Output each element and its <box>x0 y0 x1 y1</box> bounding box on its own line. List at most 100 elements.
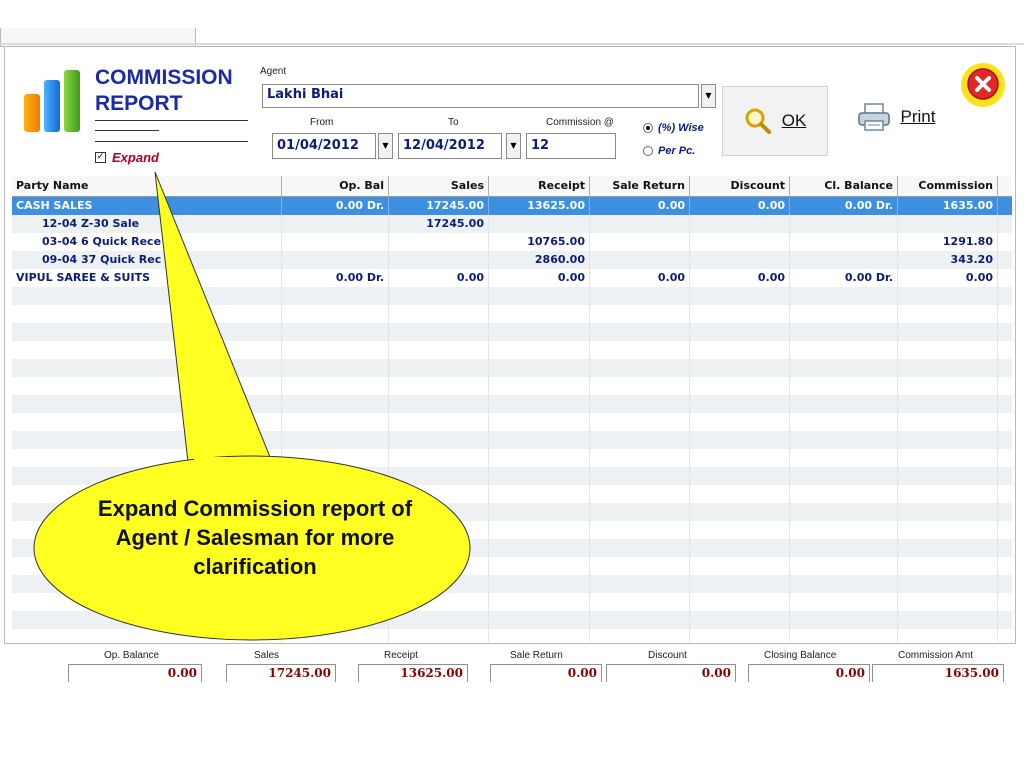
table-row[interactable] <box>12 287 1012 305</box>
table-row[interactable] <box>12 359 1012 377</box>
table-row[interactable] <box>12 323 1012 341</box>
ok-button[interactable]: OK <box>722 86 828 156</box>
table-cell <box>790 413 898 431</box>
table-cell <box>898 629 998 642</box>
table-cell <box>389 395 489 413</box>
table-cell <box>898 359 998 377</box>
table-cell <box>690 215 790 233</box>
table-cell <box>790 287 898 305</box>
table-cell <box>12 593 282 611</box>
table-cell <box>898 377 998 395</box>
table-cell <box>489 341 590 359</box>
table-cell <box>898 557 998 575</box>
table-row[interactable] <box>12 377 1012 395</box>
col-cl-balance[interactable]: Cl. Balance <box>790 176 898 196</box>
table-cell <box>898 413 998 431</box>
commission-label: Commission @ <box>546 117 614 128</box>
table-cell <box>282 359 389 377</box>
table-cell <box>489 215 590 233</box>
col-commission[interactable]: Commission <box>898 176 998 196</box>
table-cell <box>590 215 690 233</box>
col-discount[interactable]: Discount <box>690 176 790 196</box>
table-cell <box>898 431 998 449</box>
radio-percent-wise[interactable]: (%) Wise <box>643 122 704 134</box>
bar-chart-logo <box>24 70 80 132</box>
callout-text: Expand Commission report of Agent / Sale… <box>97 496 413 579</box>
dropdown-arrow-icon[interactable]: ▼ <box>378 133 393 159</box>
commission-rate-field[interactable]: 12 <box>526 133 616 159</box>
table-cell <box>489 449 590 467</box>
col-sales[interactable]: Sales <box>389 176 489 196</box>
dropdown-arrow-icon[interactable]: ▼ <box>701 84 716 108</box>
table-cell <box>489 521 590 539</box>
col-party-name[interactable]: Party Name <box>12 176 282 196</box>
table-cell <box>690 395 790 413</box>
table-row[interactable]: 03-04 6 Quick Rece 10765.00 1291.80 <box>12 233 1012 251</box>
table-cell <box>12 395 282 413</box>
table-cell <box>898 521 998 539</box>
table-cell <box>590 629 690 642</box>
table-row[interactable] <box>12 629 1012 642</box>
to-label: To <box>448 117 459 128</box>
table-cell <box>690 629 790 642</box>
col-sale-return[interactable]: Sale Return <box>590 176 690 196</box>
table-cell: 17245.00 <box>389 215 489 233</box>
footer-closing-balance-value: 0.00 <box>748 664 870 684</box>
table-cell <box>389 449 489 467</box>
table-row[interactable] <box>12 395 1012 413</box>
title-underline-bottom <box>95 141 248 142</box>
table-cell <box>690 557 790 575</box>
close-icon[interactable] <box>958 62 1008 108</box>
expand-checkbox[interactable]: ✓ Expand <box>95 150 159 165</box>
table-row[interactable] <box>12 431 1012 449</box>
table-cell <box>590 539 690 557</box>
grid-header: Party Name Op. Bal Sales Receipt Sale Re… <box>12 176 1012 197</box>
table-cell <box>282 611 389 629</box>
table-row[interactable] <box>12 467 1012 485</box>
table-cell <box>690 449 790 467</box>
table-row[interactable] <box>12 413 1012 431</box>
table-cell <box>790 395 898 413</box>
table-cell <box>590 593 690 611</box>
table-cell <box>489 323 590 341</box>
table-cell <box>489 611 590 629</box>
checkbox-icon[interactable]: ✓ <box>95 152 106 163</box>
col-op-bal[interactable]: Op. Bal <box>282 176 389 196</box>
table-cell <box>282 305 389 323</box>
table-cell <box>282 593 389 611</box>
from-date-field[interactable]: 01/04/2012 <box>272 133 376 159</box>
footer-sale-return-value: 0.00 <box>490 664 602 684</box>
col-receipt[interactable]: Receipt <box>489 176 590 196</box>
table-row[interactable]: CASH SALES 0.00 Dr. 17245.00 13625.00 0.00 0.… <box>12 197 1012 215</box>
table-cell <box>389 377 489 395</box>
radio-icon[interactable] <box>643 146 653 156</box>
table-cell <box>389 593 489 611</box>
table-cell <box>590 377 690 395</box>
magnifier-icon <box>745 108 771 134</box>
table-row[interactable]: 12-04 Z-30 Sale 17245.00 <box>12 215 1012 233</box>
table-row[interactable]: VIPUL SAREE & SUITS 0.00 Dr. 0.00 0.00 0.00 0… <box>12 269 1012 287</box>
table-cell <box>282 251 389 269</box>
table-row[interactable]: 09-04 37 Quick Rec 2860.00 343.20 <box>12 251 1012 269</box>
table-row[interactable] <box>12 305 1012 323</box>
print-button[interactable]: Print <box>836 86 956 148</box>
footer-label-closing-balance: Closing Balance <box>764 650 837 661</box>
footer-label-discount: Discount <box>648 650 687 661</box>
to-date-field[interactable]: 12/04/2012 <box>398 133 502 159</box>
table-cell <box>898 467 998 485</box>
table-cell <box>389 251 489 269</box>
table-row[interactable] <box>12 449 1012 467</box>
table-row[interactable] <box>12 341 1012 359</box>
dropdown-arrow-icon[interactable]: ▼ <box>506 133 521 159</box>
agent-combo[interactable]: Lakhi Bhai <box>262 84 699 108</box>
printer-icon <box>857 103 890 131</box>
table-cell <box>790 503 898 521</box>
radio-icon[interactable] <box>643 123 653 133</box>
table-row[interactable] <box>12 593 1012 611</box>
table-cell <box>12 413 282 431</box>
radio-per-piece[interactable]: Per Pc. <box>643 145 695 157</box>
table-row[interactable] <box>12 611 1012 629</box>
table-cell <box>898 575 998 593</box>
table-cell <box>790 323 898 341</box>
table-cell <box>489 395 590 413</box>
